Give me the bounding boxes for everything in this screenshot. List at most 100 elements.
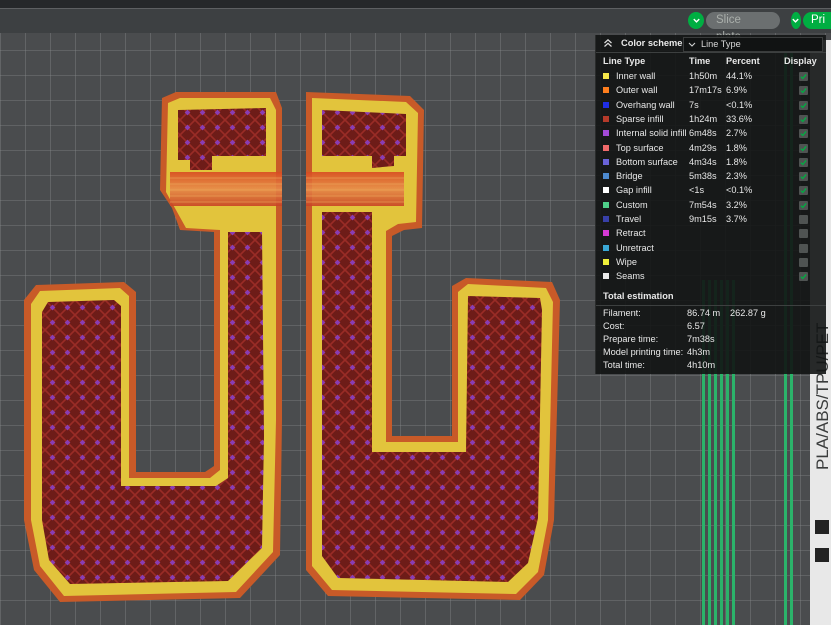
- display-checkbox[interactable]: [799, 243, 808, 253]
- checkmark-icon: [800, 73, 807, 80]
- filament-length: 86.74 m: [687, 308, 721, 318]
- line-type-name: Inner wall: [616, 71, 656, 81]
- legend-row-outer-wall[interactable]: Outer wall 17m17s 6.9%: [596, 84, 826, 98]
- line-type-percent: 3.7%: [726, 214, 747, 224]
- collapse-chevron-icon[interactable]: [603, 38, 613, 48]
- line-type-name: Overhang wall: [616, 99, 675, 110]
- slice-dropdown-chevron-icon[interactable]: [688, 12, 705, 29]
- line-type-time: 1h24m: [689, 113, 718, 124]
- prepare-time-value: 7m38s: [687, 334, 715, 344]
- color-swatch: [603, 87, 609, 94]
- column-header-display: Display: [784, 56, 817, 66]
- display-checkbox[interactable]: [799, 72, 808, 81]
- display-checkbox[interactable]: [799, 129, 808, 139]
- line-type-percent: 1.8%: [726, 156, 747, 167]
- color-swatch: [603, 158, 609, 165]
- color-swatch: [603, 258, 609, 265]
- legend-row-wipe[interactable]: Wipe: [596, 256, 826, 270]
- model-printing-time-row: Model printing time: 4h3m: [603, 347, 823, 360]
- color-swatch: [603, 130, 609, 137]
- prepare-time-row: Prepare time: 7m38s: [603, 334, 823, 347]
- legend-row-seams[interactable]: Seams: [596, 270, 826, 284]
- line-type-name: Gap infill: [616, 185, 652, 196]
- line-type-time: 6m48s: [689, 128, 717, 139]
- legend-divider-2: [596, 305, 826, 306]
- total-estimation-title: Total estimation: [603, 291, 674, 301]
- line-type-name: Unretract: [616, 242, 654, 253]
- color-swatch: [603, 115, 609, 122]
- display-checkbox[interactable]: [799, 172, 808, 182]
- display-checkbox[interactable]: [799, 200, 808, 210]
- checkmark-icon: [800, 145, 807, 151]
- display-checkbox[interactable]: [799, 215, 808, 224]
- display-checkbox[interactable]: [799, 157, 808, 167]
- display-checkbox[interactable]: [799, 100, 808, 110]
- print-dropdown-chevron-icon[interactable]: [791, 12, 801, 29]
- line-type-percent: 44.1%: [726, 71, 753, 81]
- prepare-time-label: Prepare time:: [603, 334, 659, 344]
- legend-row-retract[interactable]: Retract: [596, 227, 826, 241]
- line-type-percent: 2.3%: [726, 171, 747, 182]
- color-scheme-value: Line Type: [701, 39, 741, 49]
- display-checkbox[interactable]: [799, 257, 808, 267]
- legend-row-travel[interactable]: Travel 9m15s 3.7%: [596, 213, 826, 227]
- legend-row-top-surface[interactable]: Top surface 4m29s 1.8%: [596, 142, 826, 156]
- display-checkbox[interactable]: [799, 272, 808, 282]
- checkmark-icon: [800, 274, 807, 280]
- legend-row-bridge[interactable]: Bridge 5m38s 2.3%: [596, 170, 826, 184]
- print-plate-button[interactable]: Pri: [791, 12, 831, 29]
- line-type-time: <1s: [689, 185, 705, 196]
- color-scheme-label: Color scheme: [621, 38, 683, 48]
- model-printing-time-label: Model printing time:: [603, 347, 684, 357]
- line-type-name: Travel: [616, 214, 642, 224]
- legend-row-gap-infill[interactable]: Gap infill <1s <0.1%: [596, 184, 826, 198]
- line-type-time: 5m38s: [689, 171, 717, 182]
- checkmark-icon: [800, 188, 807, 194]
- column-header-time: Time: [689, 56, 711, 66]
- display-checkbox[interactable]: [799, 229, 808, 239]
- line-type-percent: 6.9%: [726, 85, 747, 96]
- legend-row-unretract[interactable]: Unretract: [596, 242, 826, 256]
- line-type-percent: 33.6%: [726, 113, 753, 124]
- print-plate-label: Pri: [802, 12, 831, 29]
- display-checkbox[interactable]: [799, 114, 808, 124]
- legend-row-bottom-surface[interactable]: Bottom surface 4m34s 1.8%: [596, 156, 826, 170]
- filament-weight: 262.87 g: [730, 308, 766, 318]
- checkmark-icon: [800, 202, 807, 209]
- slice-plate-label: Slice plate: [706, 12, 780, 43]
- checkmark-icon: [800, 131, 807, 137]
- color-swatch: [603, 173, 609, 180]
- cost-row: Cost: 6.57: [603, 321, 823, 334]
- legend-row-custom[interactable]: Custom 7m54s 3.2%: [596, 199, 826, 213]
- total-time-label: Total time:: [603, 360, 645, 370]
- line-type-time: 7m54s: [689, 199, 717, 210]
- line-type-name: Internal solid infill: [616, 128, 687, 139]
- line-type-percent: 2.7%: [726, 128, 747, 139]
- line-type-percent: 3.2%: [726, 199, 747, 210]
- window-top-bar: [0, 0, 831, 9]
- display-checkbox[interactable]: [799, 186, 808, 196]
- display-checkbox[interactable]: [799, 143, 808, 153]
- line-type-time: 17m17s: [689, 85, 722, 96]
- display-checkbox[interactable]: [799, 86, 808, 96]
- column-header-percent: Percent: [726, 56, 760, 66]
- legend-header: Color scheme Line Type: [596, 35, 826, 52]
- legend-row-sparse-infill[interactable]: Sparse infill 1h24m 33.6%: [596, 113, 826, 127]
- cost-label: Cost:: [603, 321, 625, 331]
- slice-plate-button[interactable]: Slice plate: [688, 12, 780, 43]
- color-swatch: [603, 201, 609, 208]
- line-type-name: Top surface: [616, 142, 664, 153]
- legend-row-inner-wall[interactable]: Inner wall 1h50m 44.1%: [596, 70, 826, 84]
- color-swatch: [603, 273, 609, 280]
- line-type-name: Wipe: [616, 256, 637, 267]
- line-type-name: Sparse infill: [616, 113, 664, 124]
- legend-row-overhang-wall[interactable]: Overhang wall 7s <0.1%: [596, 99, 826, 113]
- legend-row-internal-solid-infill[interactable]: Internal solid infill 6m48s 2.7%: [596, 127, 826, 141]
- color-scheme-select[interactable]: Line Type: [683, 37, 823, 52]
- column-header-line-type: Line Type: [603, 56, 646, 66]
- line-type-name: Bottom surface: [616, 156, 678, 167]
- line-type-name: Bridge: [616, 171, 643, 182]
- line-type-percent: <0.1%: [726, 99, 753, 110]
- filament-row: Filament: 86.74 m 262.87 g: [603, 308, 823, 321]
- color-swatch: [603, 144, 609, 151]
